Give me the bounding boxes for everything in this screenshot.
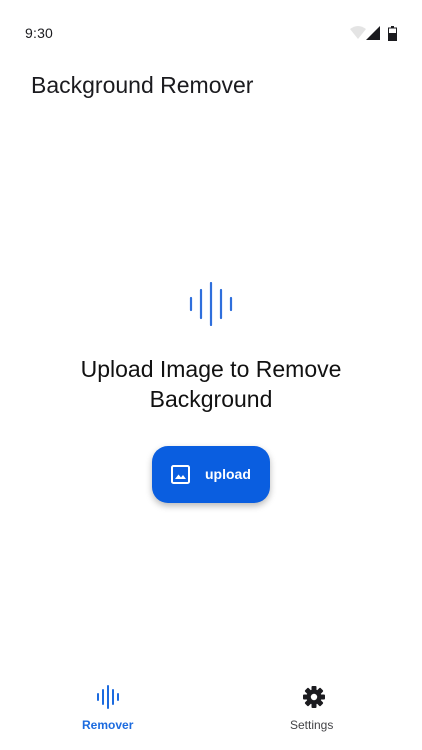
upload-button[interactable]: upload [152,446,270,503]
nav-label-remover: Remover [82,718,134,732]
cellular-signal-icon [366,26,380,45]
nav-label-settings: Settings [290,718,334,732]
image-icon [171,465,190,484]
nav-item-settings[interactable]: Settings [211,672,422,750]
upload-button-label: upload [205,466,251,482]
upload-instruction: Upload Image to Remove Background [80,356,342,412]
sound-wave-icon [189,281,233,327]
app-title: Background Remover [31,72,254,98]
sound-wave-icon [96,685,120,709]
battery-icon [388,26,397,46]
status-bar: 9:30 [0,0,422,66]
wifi-icon [350,26,366,45]
bottom-navigation: Remover Settings [0,672,422,750]
nav-item-remover[interactable]: Remover [0,672,211,750]
status-icons [350,26,400,42]
status-time: 9:30 [25,25,54,41]
gear-icon [302,685,326,709]
